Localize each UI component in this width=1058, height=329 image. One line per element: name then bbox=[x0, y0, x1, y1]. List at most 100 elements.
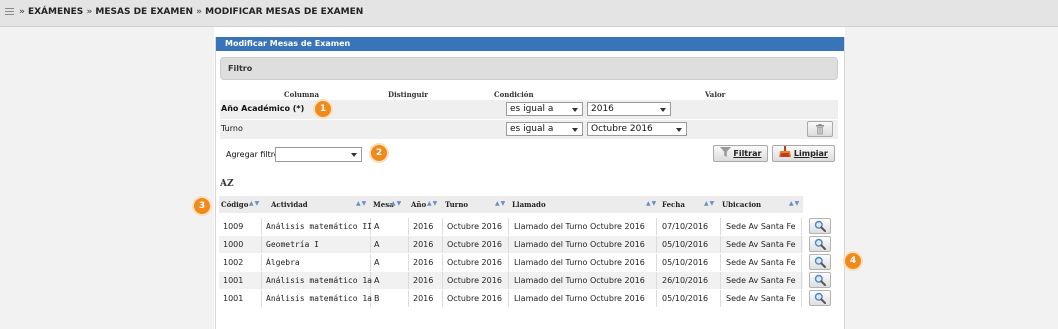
breadcrumb-item-examenes[interactable]: EXÁMENES bbox=[28, 7, 83, 17]
chevron-down-icon bbox=[572, 108, 578, 112]
column-divider bbox=[656, 272, 657, 289]
condition-select-turno[interactable]: es igual a bbox=[506, 122, 583, 136]
column-divider bbox=[656, 254, 657, 271]
table-row: 1002 Álgebra A 2016 Octubre 2016 Llamado del … bbox=[219, 254, 803, 271]
top-bar: » EXÁMENES » MESAS DE EXAMEN » MODIFICAR… bbox=[0, 0, 1058, 27]
column-divider bbox=[408, 290, 409, 307]
cell-codigo: 1000 bbox=[223, 240, 244, 249]
column-divider bbox=[261, 254, 262, 271]
column-header-llamado[interactable]: Llamado bbox=[512, 200, 546, 209]
column-header-codigo[interactable]: Código bbox=[221, 200, 248, 209]
cell-fecha: 05/10/2016 bbox=[662, 240, 709, 249]
cell-ano: 2016 bbox=[413, 222, 434, 231]
cell-ubicacion: Sede Av Santa Fe bbox=[726, 294, 796, 303]
view-row-button[interactable] bbox=[809, 290, 831, 306]
panel-title: Modificar Mesas de Examen bbox=[216, 37, 844, 51]
value-select-ano[interactable]: 2016 bbox=[587, 102, 671, 116]
cell-turno: Octubre 2016 bbox=[447, 222, 502, 231]
cell-fecha: 05/10/2016 bbox=[662, 294, 709, 303]
cell-turno: Octubre 2016 bbox=[447, 294, 502, 303]
add-filter-select[interactable] bbox=[275, 147, 362, 162]
column-divider bbox=[442, 218, 443, 235]
cell-actividad: Análisis matemático 1a bbox=[266, 294, 372, 303]
header-condicion: Condición bbox=[494, 90, 534, 99]
sort-arrows-icon[interactable]: ▲▼ bbox=[249, 200, 260, 207]
column-header-turno[interactable]: Turno bbox=[445, 200, 468, 209]
cell-fecha: 05/10/2016 bbox=[662, 258, 709, 267]
table-row: 1009 Análisis matemático II A 2016 Octubre 2… bbox=[219, 218, 803, 235]
column-divider bbox=[656, 290, 657, 307]
sort-arrows-icon[interactable]: ▲▼ bbox=[427, 200, 438, 207]
breadcrumb-separator: » bbox=[196, 7, 202, 17]
sort-arrows-icon[interactable]: ▲▼ bbox=[495, 200, 506, 207]
column-divider bbox=[720, 218, 721, 235]
column-divider bbox=[801, 272, 802, 289]
filter-section-header[interactable]: Filtro bbox=[220, 57, 838, 80]
annotation-badge-1: 1 bbox=[313, 99, 333, 119]
value-select-turno[interactable]: Octubre 2016 bbox=[587, 122, 687, 136]
cell-fecha: 07/10/2016 bbox=[662, 222, 709, 231]
column-divider bbox=[720, 236, 721, 253]
view-row-button[interactable] bbox=[809, 272, 831, 288]
sort-arrows-icon[interactable]: ▲▼ bbox=[391, 200, 402, 207]
breadcrumb-separator: » bbox=[86, 7, 93, 17]
column-divider bbox=[370, 236, 371, 253]
column-header-ano[interactable]: Año bbox=[411, 200, 426, 209]
column-divider bbox=[508, 218, 509, 235]
cell-mesa: A bbox=[374, 240, 380, 249]
filter-button[interactable]: Filtrar bbox=[713, 145, 768, 162]
breadcrumb-item-current: MODIFICAR MESAS DE EXAMEN bbox=[205, 7, 364, 17]
column-header-fecha[interactable]: Fecha bbox=[662, 200, 685, 209]
left-margin bbox=[0, 27, 214, 329]
column-header-actividad[interactable]: Actividad bbox=[271, 200, 308, 209]
clear-button[interactable]: Limpiar bbox=[772, 145, 835, 162]
cell-mesa: A bbox=[374, 276, 380, 285]
sort-arrows-icon[interactable]: ▲▼ bbox=[789, 200, 800, 207]
cell-llamado: Llamado del Turno Octubre 2016 bbox=[514, 258, 645, 267]
cell-turno: Octubre 2016 bbox=[447, 240, 502, 249]
broom-icon bbox=[779, 146, 792, 157]
sort-arrows-icon[interactable]: ▲▼ bbox=[646, 200, 657, 207]
column-divider bbox=[261, 290, 262, 307]
condition-value-ano: es igual a bbox=[510, 104, 554, 114]
condition-select-ano[interactable]: es igual a bbox=[506, 102, 583, 116]
column-divider bbox=[656, 218, 657, 235]
results-table-header: Código ▲▼ Actividad ▲▼ Mesa ▲▼ Año ▲▼ Tu… bbox=[219, 196, 803, 213]
column-divider bbox=[508, 272, 509, 289]
view-row-button[interactable] bbox=[809, 254, 831, 270]
sort-az-icon[interactable]: AZ bbox=[220, 179, 234, 189]
magnifier-icon bbox=[814, 256, 826, 268]
column-divider bbox=[370, 254, 371, 271]
cell-llamado: Llamado del Turno Octubre 2016 bbox=[514, 222, 645, 231]
column-divider bbox=[656, 236, 657, 253]
cell-codigo: 1001 bbox=[223, 294, 244, 303]
cell-mesa: B bbox=[374, 294, 380, 303]
table-row: 1001 Análisis matemático 1a A 2016 Octubre 2… bbox=[219, 272, 803, 289]
right-margin bbox=[845, 27, 1058, 329]
header-columna: Columna bbox=[284, 90, 320, 99]
column-divider bbox=[408, 218, 409, 235]
cell-actividad: Análisis matemático 1a bbox=[266, 276, 372, 285]
chevron-down-icon bbox=[351, 153, 357, 157]
column-divider bbox=[408, 236, 409, 253]
annotation-badge-2: 2 bbox=[369, 143, 389, 163]
sort-arrows-icon[interactable]: ▲▼ bbox=[356, 200, 367, 207]
menu-icon[interactable] bbox=[5, 8, 14, 16]
column-divider bbox=[261, 236, 262, 253]
sort-arrows-icon[interactable]: ▲▼ bbox=[704, 200, 715, 207]
condition-value-turno: es igual a bbox=[510, 124, 554, 134]
cell-ubicacion: Sede Av Santa Fe bbox=[726, 258, 796, 267]
delete-filter-button[interactable] bbox=[807, 121, 833, 137]
cell-ubicacion: Sede Av Santa Fe bbox=[726, 240, 796, 249]
view-row-button[interactable] bbox=[809, 236, 831, 252]
sort-az-label: AZ bbox=[220, 179, 234, 189]
view-row-button[interactable] bbox=[809, 218, 831, 234]
breadcrumb-item-mesas[interactable]: MESAS DE EXAMEN bbox=[95, 7, 193, 17]
table-row: 1000 Geometría I A 2016 Octubre 2016 Llamado … bbox=[219, 236, 803, 253]
magnifier-icon bbox=[814, 220, 826, 232]
column-header-ubicacion[interactable]: Ubicacion bbox=[722, 200, 761, 209]
cell-mesa: A bbox=[374, 258, 380, 267]
filter-label-ano: Año Académico (*) bbox=[221, 104, 305, 113]
breadcrumb: » EXÁMENES » MESAS DE EXAMEN » MODIFICAR… bbox=[19, 7, 363, 17]
column-divider bbox=[442, 290, 443, 307]
